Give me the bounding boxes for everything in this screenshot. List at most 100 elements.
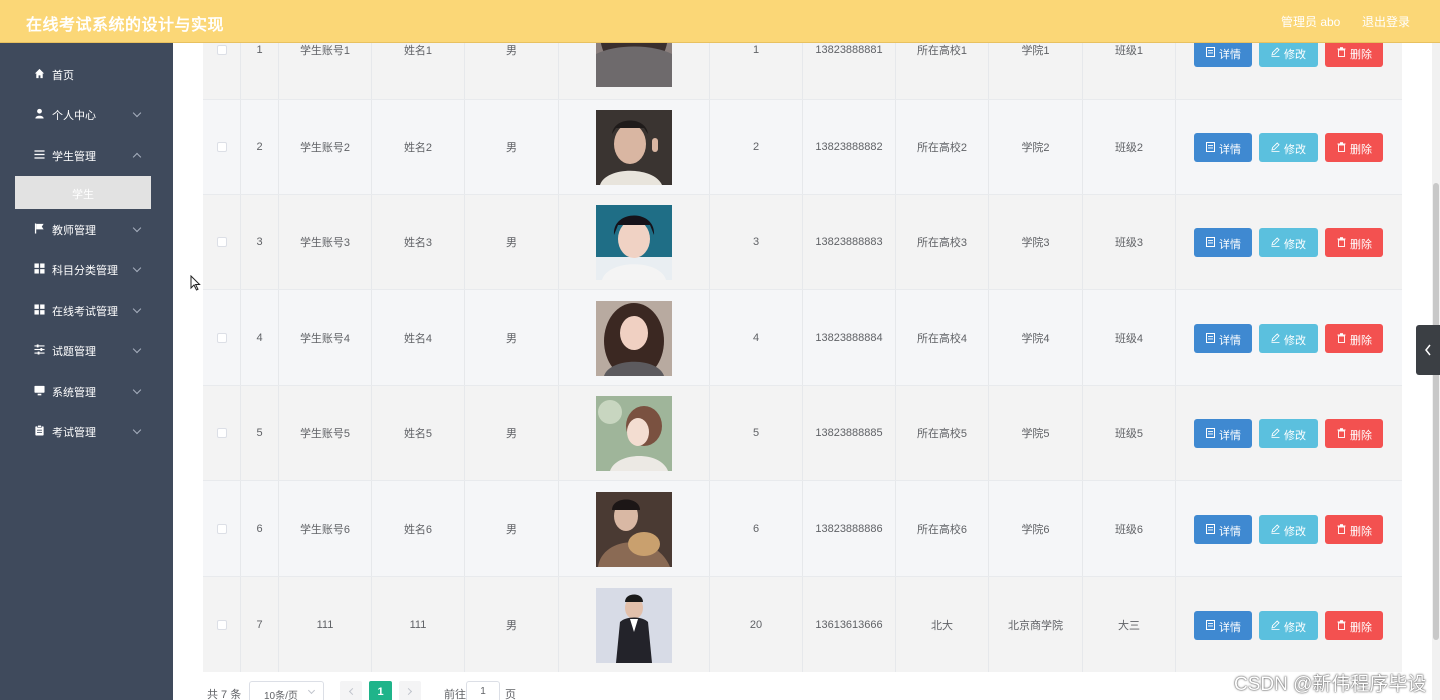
table-row: 4 学生账号4 姓名4 男 4 13823888884 所在高校4 学院4 班级… <box>203 290 1402 386</box>
sidebar-item-label: 科目分类管理 <box>52 265 118 277</box>
cell-account: 学生账号3 <box>299 237 351 249</box>
cell-class: 班级1 <box>1114 44 1144 57</box>
watermark-text: CSDN @新伟程序毕设 <box>1234 674 1427 695</box>
flag-icon <box>34 223 44 234</box>
student-photo <box>596 491 672 567</box>
chevron-left-icon <box>348 687 357 696</box>
detail-button[interactable]: 详情 <box>1194 419 1252 448</box>
cell-class: 大三 <box>1118 619 1140 632</box>
delete-button[interactable]: 删除 <box>1325 514 1383 544</box>
delete-button[interactable]: 删除 <box>1325 419 1383 448</box>
cell-phone: 13823888883 <box>815 236 883 248</box>
delete-button[interactable]: 删除 <box>1325 610 1383 640</box>
goto-label: 前往 <box>444 689 466 700</box>
user-icon <box>35 108 44 119</box>
student-photo <box>596 396 672 471</box>
cell-class: 班级3 <box>1114 237 1144 249</box>
select-cell[interactable] <box>203 386 241 480</box>
cell-class: 班级5 <box>1114 428 1144 440</box>
edit-icon <box>1271 142 1280 152</box>
cell-college: 学院1 <box>1021 44 1050 57</box>
goto-page-input[interactable]: 1 <box>466 681 500 700</box>
edit-button[interactable]: 修改 <box>1259 323 1318 353</box>
sidebar-item-label: 教师管理 <box>52 225 96 237</box>
document-icon <box>1206 428 1215 438</box>
edit-button[interactable]: 修改 <box>1259 228 1318 257</box>
sidebar-item-label: 考试管理 <box>52 427 96 439</box>
chevron-down-icon <box>132 263 142 273</box>
sidebar-item-label: 首页 <box>52 70 74 82</box>
sidebar-item-student-management[interactable]: 学生管理 <box>0 143 173 167</box>
cell-class: 班级6 <box>1114 523 1144 536</box>
cell-gender: 男 <box>506 44 517 57</box>
cell-phone: 13823888886 <box>815 522 883 535</box>
detail-button[interactable]: 详情 <box>1194 323 1252 353</box>
trash-icon <box>1337 523 1346 534</box>
detail-button[interactable]: 详情 <box>1194 514 1252 544</box>
student-table: 1 学生账号1 姓名1 男 1 13823888881 所在高校1 学院1 班级… <box>203 0 1402 672</box>
row-checkbox[interactable] <box>216 523 227 534</box>
cell-name: 姓名2 <box>403 142 433 154</box>
page-number-active[interactable]: 1 <box>369 681 392 700</box>
cell-index: 3 <box>256 236 263 248</box>
chevron-right-icon <box>404 687 413 696</box>
sidebar-item-online-exam[interactable]: 在线考试管理 <box>0 298 173 322</box>
sidebar-item-question-management[interactable]: 试题管理 <box>0 338 173 362</box>
cell-college: 北京商学院 <box>1008 619 1063 632</box>
cell-college: 学院5 <box>1021 428 1050 440</box>
next-page-button[interactable] <box>399 681 421 700</box>
cell-age: 2 <box>752 141 760 153</box>
side-panel-toggle[interactable] <box>1416 325 1440 375</box>
logout-link[interactable]: 退出登录 <box>1362 13 1410 30</box>
edit-icon <box>1271 619 1280 630</box>
detail-button[interactable]: 详情 <box>1194 610 1252 640</box>
select-cell[interactable] <box>203 100 241 194</box>
edit-button[interactable]: 修改 <box>1259 133 1318 162</box>
cell-college: 学院4 <box>1021 332 1050 345</box>
sidebar-item-exam-management[interactable]: 考试管理 <box>0 419 173 443</box>
table-row: 6 学生账号6 姓名6 男 6 13823888886 所在高校6 学院6 班级… <box>203 481 1402 577</box>
chevron-left-icon <box>1425 344 1431 356</box>
delete-button[interactable]: 删除 <box>1325 323 1383 353</box>
cell-age: 5 <box>752 427 760 439</box>
page-size-select[interactable]: 10条/页 <box>249 681 324 700</box>
sidebar-item-label: 个人中心 <box>52 110 96 122</box>
row-checkbox[interactable] <box>216 44 227 55</box>
sidebar-item-system-management[interactable]: 系统管理 <box>0 379 173 403</box>
select-cell[interactable] <box>203 577 241 672</box>
table-row: 5 学生账号5 姓名5 男 5 13823888885 所在高校5 学院5 班级… <box>203 386 1402 481</box>
sidebar-item-subject-category[interactable]: 科目分类管理 <box>0 257 173 281</box>
sidebar-subitem-student[interactable]: 学生 <box>15 176 151 209</box>
cell-account: 学生账号4 <box>299 332 351 345</box>
pagination: 共 7 条 10条/页 1 前往 1 页 <box>0 672 1432 700</box>
sidebar-item-teacher-management[interactable]: 教师管理 <box>0 217 173 241</box>
sidebar-item-home[interactable]: 首页 <box>0 62 173 86</box>
student-photo <box>596 300 672 376</box>
home-icon <box>34 68 45 79</box>
cell-phone: 13613613666 <box>815 618 883 631</box>
row-checkbox[interactable] <box>216 142 227 152</box>
select-cell[interactable] <box>203 481 241 576</box>
detail-button[interactable]: 详情 <box>1194 133 1252 162</box>
edit-button[interactable]: 修改 <box>1259 610 1318 640</box>
row-checkbox[interactable] <box>216 332 227 343</box>
delete-button[interactable]: 删除 <box>1325 133 1383 162</box>
cell-index: 6 <box>256 522 263 535</box>
cell-gender: 男 <box>506 428 517 440</box>
cell-name: 姓名1 <box>403 44 433 57</box>
row-checkbox[interactable] <box>216 237 227 247</box>
edit-button[interactable]: 修改 <box>1259 514 1318 544</box>
trash-icon <box>1337 619 1346 630</box>
page-scrollbar-thumb[interactable] <box>1433 183 1439 640</box>
list-icon <box>34 150 45 159</box>
select-cell[interactable] <box>203 290 241 385</box>
sidebar-item-personal-center[interactable]: 个人中心 <box>0 102 173 126</box>
delete-button[interactable]: 删除 <box>1325 228 1383 257</box>
prev-page-button[interactable] <box>340 681 362 700</box>
row-checkbox[interactable] <box>216 428 227 438</box>
select-cell[interactable] <box>203 195 241 289</box>
edit-button[interactable]: 修改 <box>1259 419 1318 448</box>
actions-cell: 详情 修改 删除 <box>1176 577 1402 672</box>
detail-button[interactable]: 详情 <box>1194 228 1252 257</box>
row-checkbox[interactable] <box>216 619 227 630</box>
